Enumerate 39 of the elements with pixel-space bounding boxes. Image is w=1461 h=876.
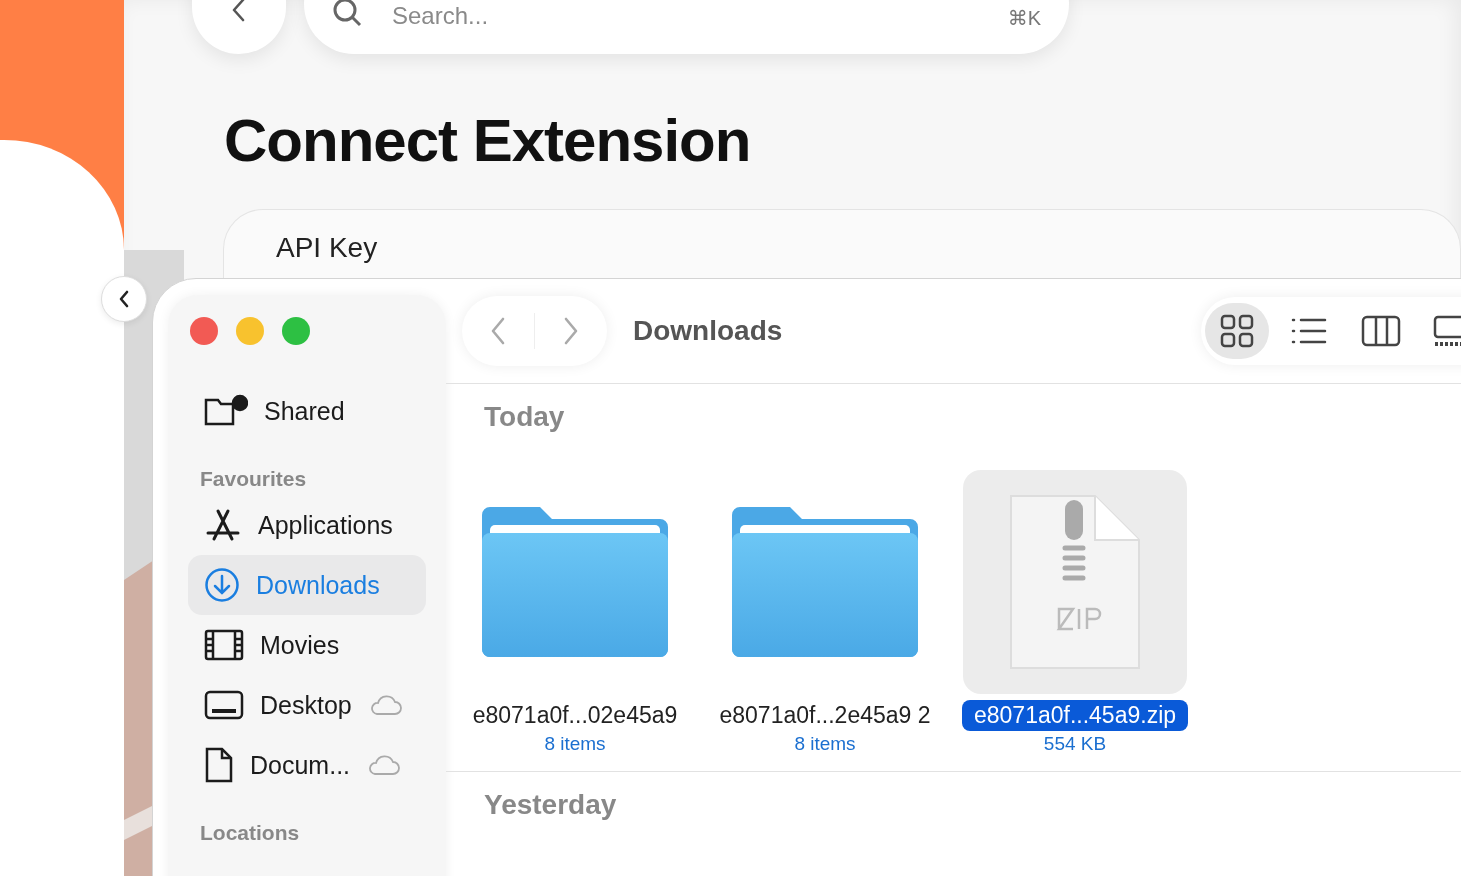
zip-file-icon [1009,494,1141,670]
grid-view-button[interactable] [1205,303,1269,359]
group-heading: Yesterday [484,789,617,821]
app-store-icon [204,508,242,542]
section-heading: Favourites [200,467,308,491]
folder-icon [482,507,668,657]
file-detail: 8 items [544,733,606,755]
file-detail: 554 KB [1043,733,1107,755]
list-view-icon [1291,317,1327,345]
file-name[interactable]: e8071a0f...2e45a9 2 [707,700,943,731]
film-icon [204,629,244,661]
sidebar-item[interactable]: Docum... [188,735,426,795]
grid-view-icon [1220,314,1254,348]
file-detail: 8 items [794,733,856,755]
shared-folder-icon [204,394,248,428]
gallery-view-icon [1433,315,1461,347]
document-icon [204,747,234,783]
section-heading: Locations [200,821,301,845]
window-title: Downloads [633,315,784,347]
desktop-icon [204,690,244,720]
file-name[interactable]: e8071a0f...02e45a9 [460,700,690,731]
page-title: Connect Extension [224,106,752,175]
zoom-button[interactable] [282,317,310,345]
sidebar-item[interactable]: Applications [188,495,426,555]
sidebar-item[interactable]: Movies [188,615,426,675]
sidebar-item[interactable]: Desktop [188,675,426,735]
search-field[interactable]: Search... [392,2,978,30]
column-view-icon [1361,315,1401,347]
minimize-button[interactable] [236,317,264,345]
file-name[interactable]: e8071a0f...45a9.zip [961,700,1189,731]
field-label: API Key [276,232,378,263]
folder-icon [732,507,918,657]
cloud-icon [366,753,401,777]
download-icon [204,567,240,603]
shortcut-hint: ⌘K [1007,6,1041,30]
group-heading: Today [484,401,565,433]
file-thumbnail[interactable] [963,470,1187,694]
sidebar-item[interactable]: Shared [188,381,426,441]
close-button[interactable] [190,317,218,345]
